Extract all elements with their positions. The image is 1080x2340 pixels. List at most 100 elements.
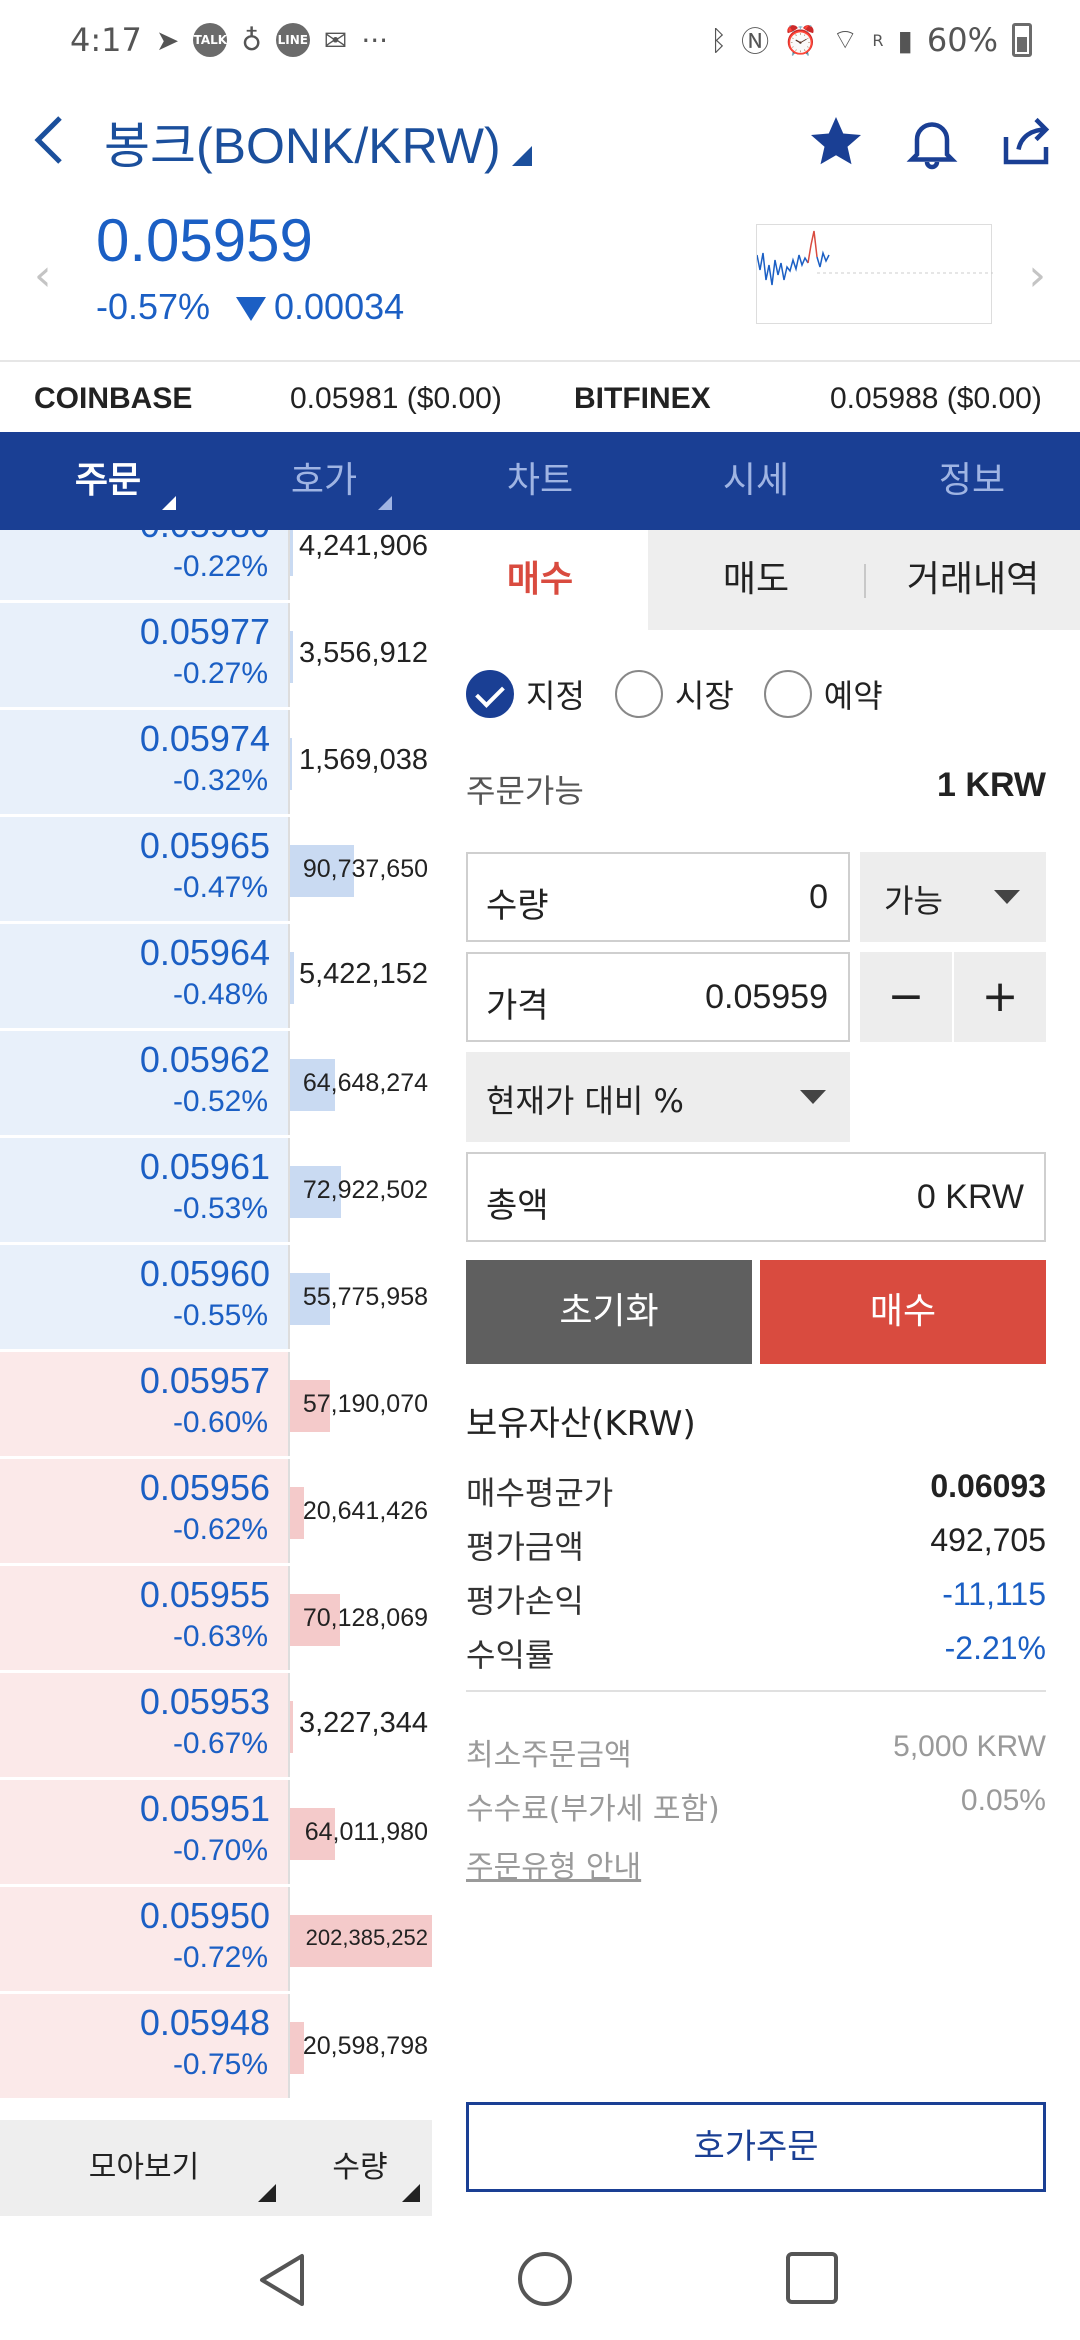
price-input[interactable]: 가격 0.05959 <box>466 952 850 1042</box>
order-book-row[interactable]: 0.05964 -0.48% 5,422,152 <box>0 924 432 1030</box>
coin-select-caret-icon[interactable] <box>512 146 532 166</box>
order-book: 0.05980 -0.22% 4,241,906 0.05977 -0.27% 3,556… <box>0 530 432 2120</box>
order-book-volume-bar <box>290 738 292 790</box>
order-book-percent: -0.72% <box>172 1941 268 1974</box>
alert-button[interactable] <box>902 112 962 172</box>
group-view-button[interactable]: 모아보기 <box>0 2120 288 2216</box>
order-book-row[interactable]: 0.05956 -0.62% 20,641,426 <box>0 1459 432 1565</box>
system-home-button[interactable] <box>518 2252 572 2306</box>
price-decrease-button[interactable]: − <box>860 952 952 1042</box>
system-back-button[interactable] <box>254 2250 310 2314</box>
percent-dropdown-icon <box>800 1090 826 1104</box>
order-book-quantity: 70,128,069 <box>302 1604 428 1632</box>
share-button[interactable] <box>996 112 1056 172</box>
holding-row: 수익률 -2.21% <box>466 1630 1046 1684</box>
available-value: 1 KRW <box>937 766 1046 804</box>
tab-nav-2[interactable]: 차트 <box>432 432 648 530</box>
back-button[interactable] <box>30 110 80 170</box>
order-book-row[interactable]: 0.05957 -0.60% 57,190,070 <box>0 1352 432 1458</box>
price-summary: ‹ 0.05959 -0.57% 0.00034 › <box>0 200 1080 360</box>
order-book-row[interactable]: 0.05961 -0.53% 72,922,502 <box>0 1138 432 1244</box>
tab-history[interactable]: 거래내역 <box>866 530 1080 630</box>
order-book-quantity-cell: 1,569,038 <box>288 710 432 814</box>
order-book-price: 0.05953 <box>139 1681 270 1722</box>
order-book-volume-bar <box>290 952 294 1004</box>
order-book-price: 0.05964 <box>139 932 270 973</box>
tab-nav-4[interactable]: 정보 <box>864 432 1080 530</box>
order-type-radio-0[interactable]: 지정 <box>466 670 585 718</box>
order-book-row[interactable]: 0.05980 -0.22% 4,241,906 <box>0 530 432 602</box>
buy-button[interactable]: 매수 <box>760 1260 1046 1364</box>
order-book-quantity: 202,385,252 <box>305 1925 428 1950</box>
status-time: 4:17 <box>70 21 142 59</box>
minus-icon: − <box>887 971 925 1022</box>
order-type-label: 시장 <box>674 677 734 715</box>
order-book-percent: -0.60% <box>172 1406 268 1439</box>
signal-icon: ▮ <box>897 23 913 57</box>
exchange-value-bitfinex: 0.05988 ($0.00) <box>830 382 1042 415</box>
order-type-radio-1[interactable]: 시장 <box>614 670 734 718</box>
prev-coin-icon[interactable]: ‹ <box>34 250 52 301</box>
order-book-row[interactable]: 0.05950 -0.72% 202,385,252 <box>0 1887 432 1993</box>
order-book-row[interactable]: 0.05960 -0.55% 55,775,958 <box>0 1245 432 1351</box>
order-book-row[interactable]: 0.05948 -0.75% 20,598,798 <box>0 1994 432 2100</box>
price-increase-button[interactable]: + <box>954 952 1046 1042</box>
order-book-row[interactable]: 0.05965 -0.47% 90,737,650 <box>0 817 432 923</box>
holding-row: 매수평균가 0.06093 <box>466 1468 1046 1522</box>
order-book-quantity-cell: 55,775,958 <box>288 1245 432 1349</box>
holding-label: 평가금액 <box>466 1528 584 1566</box>
quantity-input[interactable]: 수량 0 <box>466 852 850 942</box>
order-book-percent: -0.62% <box>172 1513 268 1546</box>
order-book-price: 0.05950 <box>139 1895 270 1936</box>
order-book-volume-bar <box>290 530 293 576</box>
holding-label: 수익률 <box>466 1636 555 1674</box>
order-book-row[interactable]: 0.05953 -0.67% 3,227,344 <box>0 1673 432 1779</box>
quantity-mode-button[interactable]: 수량 <box>288 2120 432 2216</box>
triangle-back-icon <box>260 2254 304 2306</box>
order-type-radio-2[interactable]: 예약 <box>763 670 883 718</box>
total-value: 0 KRW <box>916 1178 1024 1216</box>
system-recents-button[interactable] <box>786 2252 838 2304</box>
tab-nav-0[interactable]: 주문 <box>0 432 216 530</box>
order-book-row[interactable]: 0.05955 -0.63% 70,128,069 <box>0 1566 432 1672</box>
status-right: ᛒ Ⓝ ⏰ ⌔ R ▮ 60% <box>710 20 1032 60</box>
price-change-amount: 0.00034 <box>236 286 404 328</box>
tab-caret-icon <box>162 496 176 510</box>
bell-icon <box>906 122 958 170</box>
share-icon <box>1003 117 1050 165</box>
next-coin-icon[interactable]: › <box>1028 250 1046 301</box>
order-book-row[interactable]: 0.05962 -0.52% 64,648,274 <box>0 1031 432 1137</box>
order-type-label: 예약 <box>823 677 883 715</box>
order-book-quantity: 4,241,906 <box>298 530 428 562</box>
tab-nav-3[interactable]: 시세 <box>648 432 864 530</box>
coin-title[interactable]: 봉크(BONK/KRW) <box>104 106 501 178</box>
order-book-row[interactable]: 0.05974 -0.32% 1,569,038 <box>0 710 432 816</box>
tab-nav-label: 주문 <box>74 460 142 501</box>
quantity-mode-select[interactable]: 가능 <box>860 852 1046 942</box>
order-book-percent: -0.67% <box>172 1727 268 1760</box>
total-input[interactable]: 총액 0 KRW <box>466 1152 1046 1242</box>
order-type-guide-link[interactable]: 주문유형 안내 <box>466 1842 641 1886</box>
available-label: 주문가능 <box>466 772 584 810</box>
book-order-button[interactable]: 호가주문 <box>466 2102 1046 2192</box>
order-book-price: 0.05965 <box>139 825 270 866</box>
holding-value: 492,705 <box>930 1522 1046 1558</box>
order-book-volume-bar <box>290 631 293 683</box>
order-info-label: 수수료(부가세 포함) <box>466 1792 720 1827</box>
percent-of-price-value: 현재가 대비 % <box>486 1082 684 1120</box>
percent-of-price-select[interactable]: 현재가 대비 % <box>466 1052 850 1142</box>
order-book-price: 0.05956 <box>139 1467 270 1508</box>
reset-button[interactable]: 초기화 <box>466 1260 752 1364</box>
order-book-quantity: 5,422,152 <box>298 958 428 990</box>
tab-buy[interactable]: 매수 <box>432 530 648 630</box>
tab-nav-1[interactable]: 호가 <box>216 432 432 530</box>
order-book-row[interactable]: 0.05977 -0.27% 3,556,912 <box>0 603 432 709</box>
mini-price-chart[interactable] <box>756 224 993 324</box>
battery-icon <box>1012 23 1032 57</box>
order-book-quantity: 90,737,650 <box>302 855 428 883</box>
tab-sell[interactable]: 매도 <box>648 530 864 630</box>
tab-nav-label: 호가 <box>290 460 358 501</box>
order-book-price: 0.05980 <box>0 530 270 546</box>
order-book-row[interactable]: 0.05951 -0.70% 64,011,980 <box>0 1780 432 1886</box>
favorite-button[interactable] <box>806 112 866 172</box>
